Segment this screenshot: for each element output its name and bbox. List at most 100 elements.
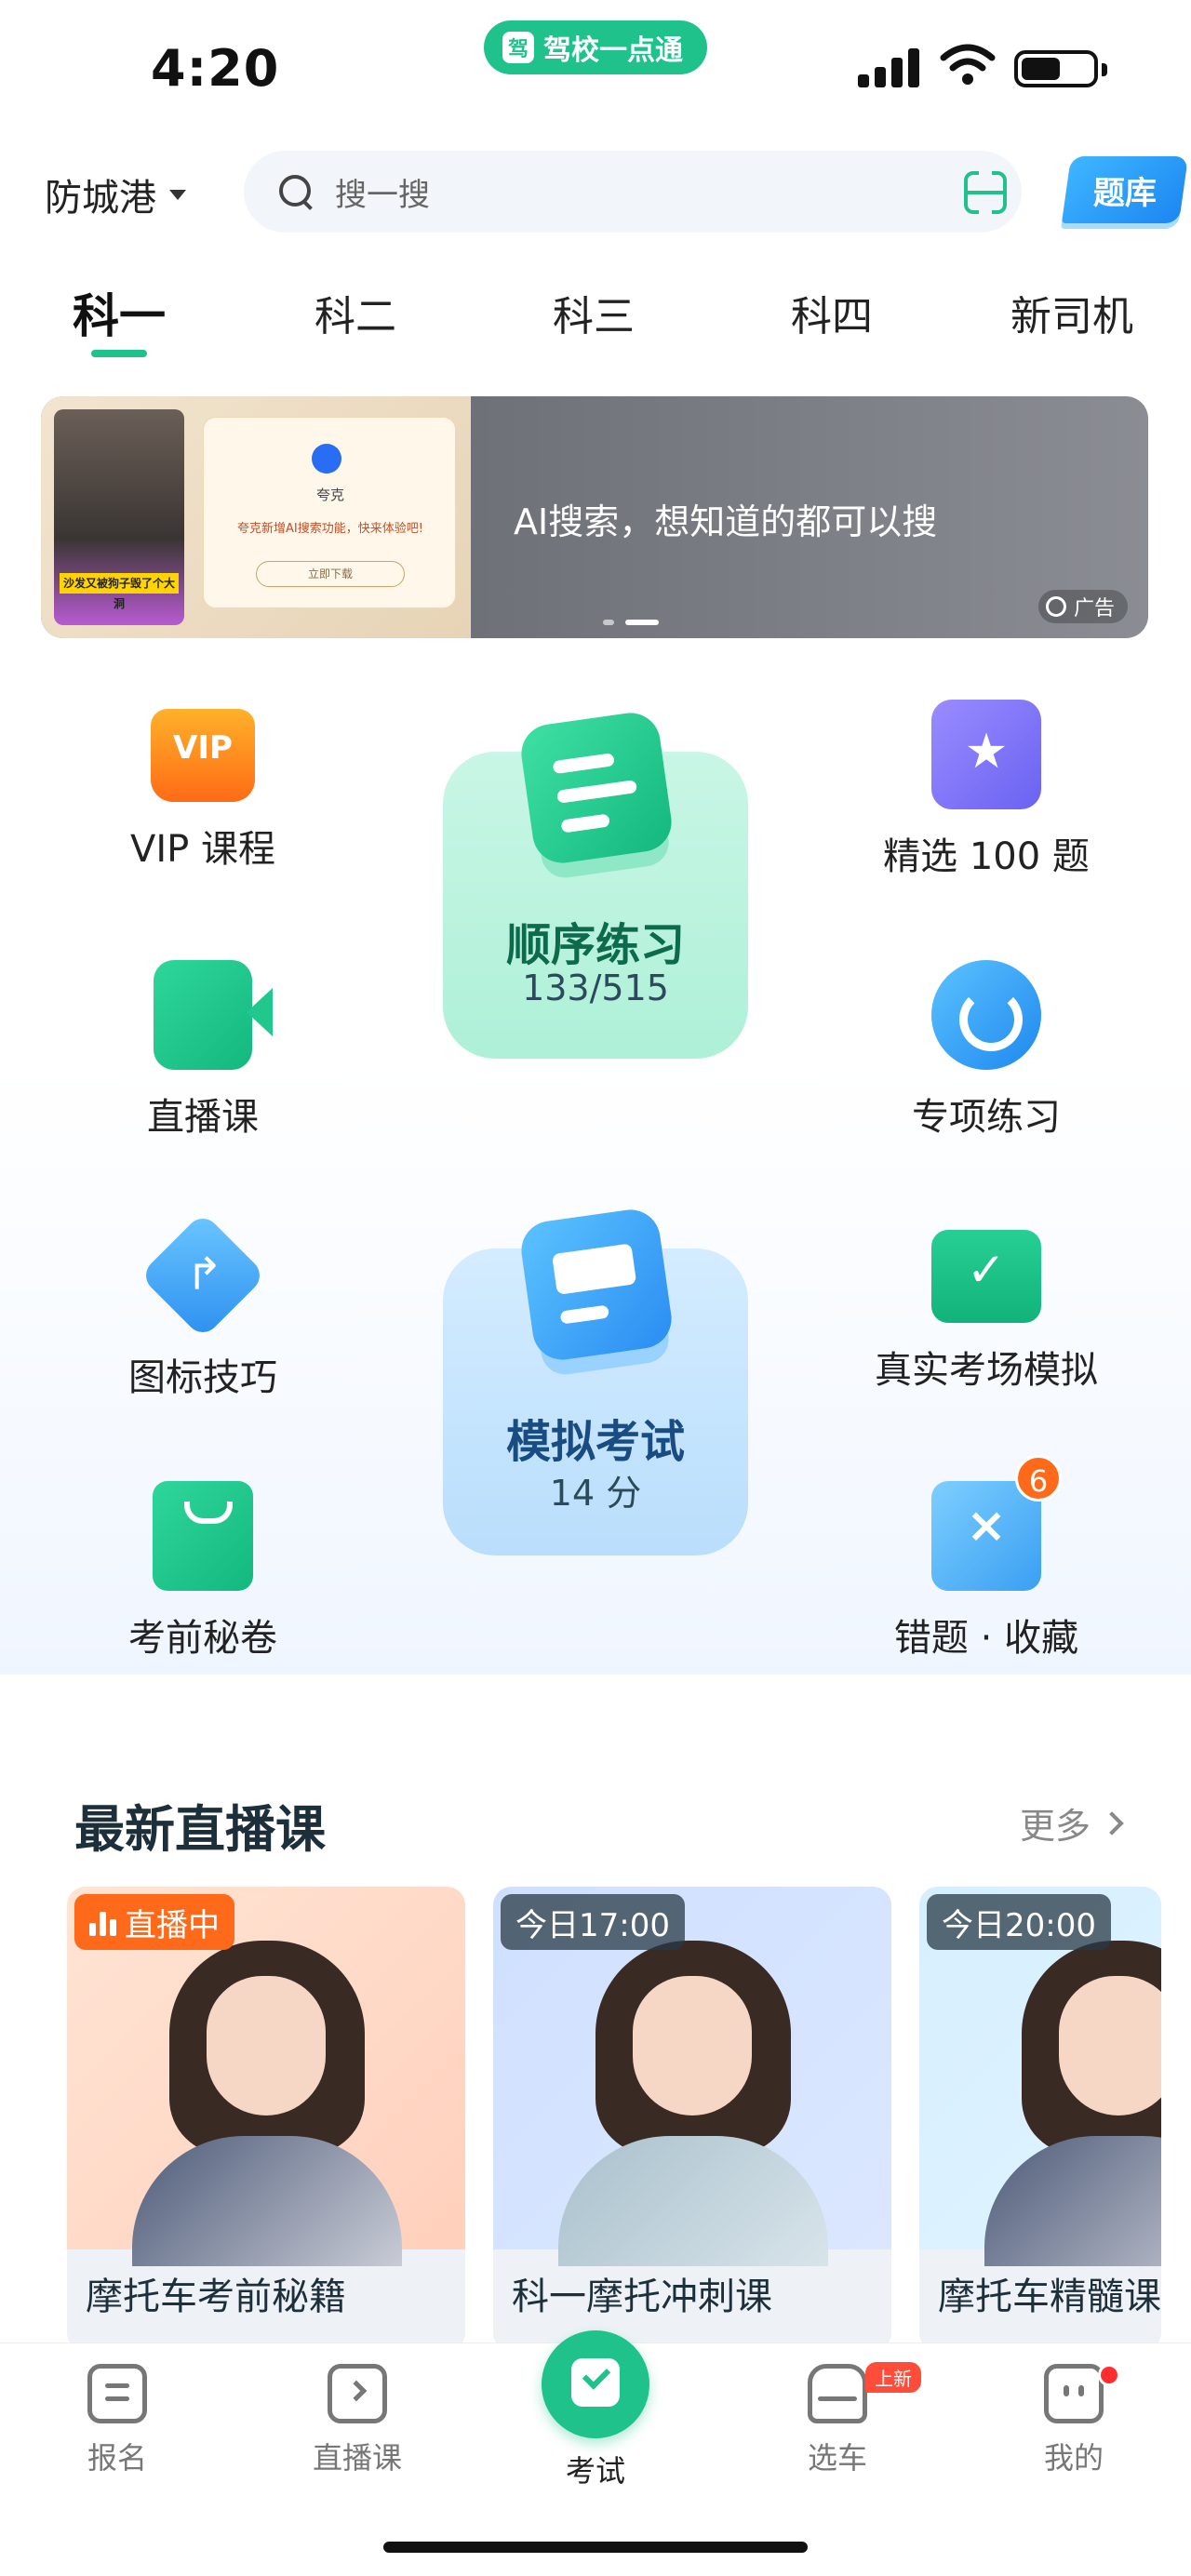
tab-ke2[interactable]: 科二 — [300, 283, 411, 342]
latest-live-section: 最新直播课 更多 直播中 摩托车考前秘籍 今日17:00 科一摩托冲刺课 今日2… — [33, 1740, 1161, 2354]
live-course-entry[interactable]: 直播课 — [82, 960, 324, 1141]
signup-icon — [87, 2364, 147, 2423]
camera-icon — [154, 960, 273, 1070]
arrow-icon: ↱ — [139, 1211, 267, 1340]
tab-ke3[interactable]: 科三 — [538, 283, 649, 342]
subject-tabs: 科一 科二 科三 科四 新司机 — [0, 279, 1191, 372]
special-practice-entry[interactable]: 专项练习 — [865, 960, 1107, 1141]
banner-photo: 沙发又被狗子毁了个大洞 — [54, 409, 184, 625]
mistakes-favorites-entry[interactable]: × 6 错题 · 收藏 — [865, 1455, 1107, 1662]
nav-signup[interactable]: 报名 — [43, 2364, 192, 2477]
vip-course-entry[interactable]: VIP VIP 课程 — [82, 700, 324, 873]
ad-text: 广告 — [1073, 597, 1115, 621]
live-section-title: 最新直播课 — [74, 1800, 326, 1859]
city-selector[interactable]: 防城港 — [45, 167, 186, 221]
secret-paper-label: 考前秘卷 — [128, 1617, 277, 1660]
pager-dot-active — [625, 620, 659, 625]
icon-tips-entry[interactable]: ↱ 图标技巧 — [82, 1211, 324, 1401]
banner-headline: AI搜索，想知道的都可以搜 — [514, 501, 938, 542]
exam-paper-icon — [517, 1206, 676, 1364]
new-badge: 上新 — [865, 2362, 921, 2393]
banner-download-button: 立即下载 — [256, 561, 405, 587]
ad-info-icon — [1045, 596, 1066, 617]
more-label: 更多 — [1019, 1806, 1091, 1847]
car-icon — [808, 2364, 867, 2423]
nav-exam[interactable] — [542, 2330, 649, 2438]
play-square-icon — [328, 2364, 387, 2423]
nav-mine-label: 我的 — [1043, 2440, 1104, 2476]
banner-app-name: 夸克 — [315, 487, 344, 503]
nav-exam-label: 考试 — [565, 2453, 625, 2489]
nav-mine[interactable]: 我的 — [999, 2364, 1148, 2477]
more-link[interactable]: 更多 — [1019, 1797, 1124, 1849]
live-card-title: 摩托车考前秘籍 — [86, 2276, 346, 2318]
caret-down-icon — [169, 189, 186, 200]
banner-app-card: 夸克 夸克新增AI搜索功能，快来体验吧! 立即下载 — [203, 417, 456, 608]
banner-photo-caption: 沙发又被狗子毁了个大洞 — [60, 573, 179, 610]
icon-tips-label: 图标技巧 — [128, 1356, 277, 1399]
screen-check-icon: ✓ — [931, 1230, 1041, 1323]
sequential-practice-card[interactable]: 顺序练习 133/515 — [443, 709, 748, 1059]
secret-paper-entry[interactable]: 考前秘卷 — [82, 1481, 324, 1662]
mock-exam-card[interactable]: 模拟考试 14 分 — [443, 1206, 748, 1555]
active-tab-indicator — [91, 350, 147, 357]
nav-signup-label: 报名 — [87, 2440, 147, 2476]
mistakes-favorites-label: 错题 · 收藏 — [893, 1617, 1079, 1660]
target-icon — [931, 960, 1041, 1070]
live-tag-text: 直播中 — [125, 1906, 220, 1944]
search-input[interactable]: 搜一搜 — [244, 151, 1022, 233]
pager-dot — [603, 620, 614, 625]
status-time: 4:20 — [151, 39, 280, 98]
vip-icon: VIP — [151, 709, 255, 802]
practice-title: 顺序练习 — [505, 919, 685, 971]
nav-choose-car-label: 选车 — [807, 2440, 867, 2476]
wifi-icon — [940, 44, 996, 85]
live-course-label: 直播课 — [147, 1096, 259, 1139]
search-icon — [277, 173, 314, 210]
special-practice-label: 专项练习 — [912, 1096, 1061, 1139]
practice-book-icon — [517, 709, 676, 867]
select-100-label: 精选 100 题 — [883, 835, 1090, 878]
nav-live-label: 直播课 — [312, 2440, 402, 2476]
live-now-badge: 直播中 — [74, 1894, 234, 1950]
live-card[interactable]: 直播中 摩托车考前秘籍 — [67, 1887, 465, 2352]
live-bars-icon — [89, 1908, 117, 1936]
x-card-icon: × 6 — [931, 1455, 1062, 1591]
search-placeholder: 搜一搜 — [335, 176, 430, 214]
chevron-right-icon — [1100, 1810, 1124, 1835]
signal-icon — [858, 47, 921, 87]
tiku-label: 题库 — [1093, 174, 1157, 212]
home-indicator[interactable] — [383, 2542, 808, 2553]
battery-level — [1022, 58, 1060, 80]
live-card[interactable]: 今日20:00 摩托车精髓课 — [919, 1887, 1161, 2352]
tiku-button[interactable]: 题库 — [1061, 156, 1189, 223]
ad-label[interactable]: 广告 — [1037, 590, 1128, 623]
quark-logo-icon — [312, 444, 341, 474]
ad-banner[interactable]: 沙发又被狗子毁了个大洞 夸克 夸克新增AI搜索功能，快来体验吧! 立即下载 AI… — [41, 396, 1148, 638]
select-100-entry[interactable]: ★ 精选 100 题 — [865, 700, 1107, 880]
city-name: 防城港 — [45, 177, 156, 220]
exam-check-icon — [571, 2358, 620, 2407]
mock-exam-score: 14 分 — [549, 1473, 642, 1514]
face-icon — [1044, 2364, 1104, 2423]
live-card[interactable]: 今日17:00 科一摩托冲刺课 — [493, 1887, 891, 2352]
live-card-title: 科一摩托冲刺课 — [512, 2276, 772, 2318]
vip-course-label: VIP 课程 — [130, 828, 275, 871]
real-exam-entry[interactable]: ✓ 真实考场模拟 — [865, 1221, 1107, 1394]
app-pill[interactable]: 驾 驾校一点通 — [484, 20, 707, 74]
mock-exam-title: 模拟考试 — [505, 1416, 685, 1468]
nav-live[interactable]: 直播课 — [283, 2364, 432, 2477]
tab-ke1[interactable]: 科一 — [67, 279, 171, 346]
tab-new-driver[interactable]: 新司机 — [997, 283, 1146, 342]
app-logo-icon: 驾 — [502, 32, 534, 63]
app-name: 驾校一点通 — [543, 34, 683, 67]
scan-icon[interactable] — [964, 171, 1007, 214]
banner-app-desc: 夸克新增AI搜索功能，快来体验吧! — [237, 522, 423, 536]
bag-icon — [153, 1481, 253, 1591]
live-card-title: 摩托车精髓课 — [938, 2276, 1161, 2318]
schedule-badge: 今日20:00 — [927, 1894, 1111, 1950]
battery-icon — [1014, 50, 1107, 87]
tab-ke4[interactable]: 科四 — [776, 283, 888, 342]
banner-image: 沙发又被狗子毁了个大洞 夸克 夸克新增AI搜索功能，快来体验吧! 立即下载 — [41, 396, 471, 638]
practice-progress: 133/515 — [522, 968, 669, 1008]
